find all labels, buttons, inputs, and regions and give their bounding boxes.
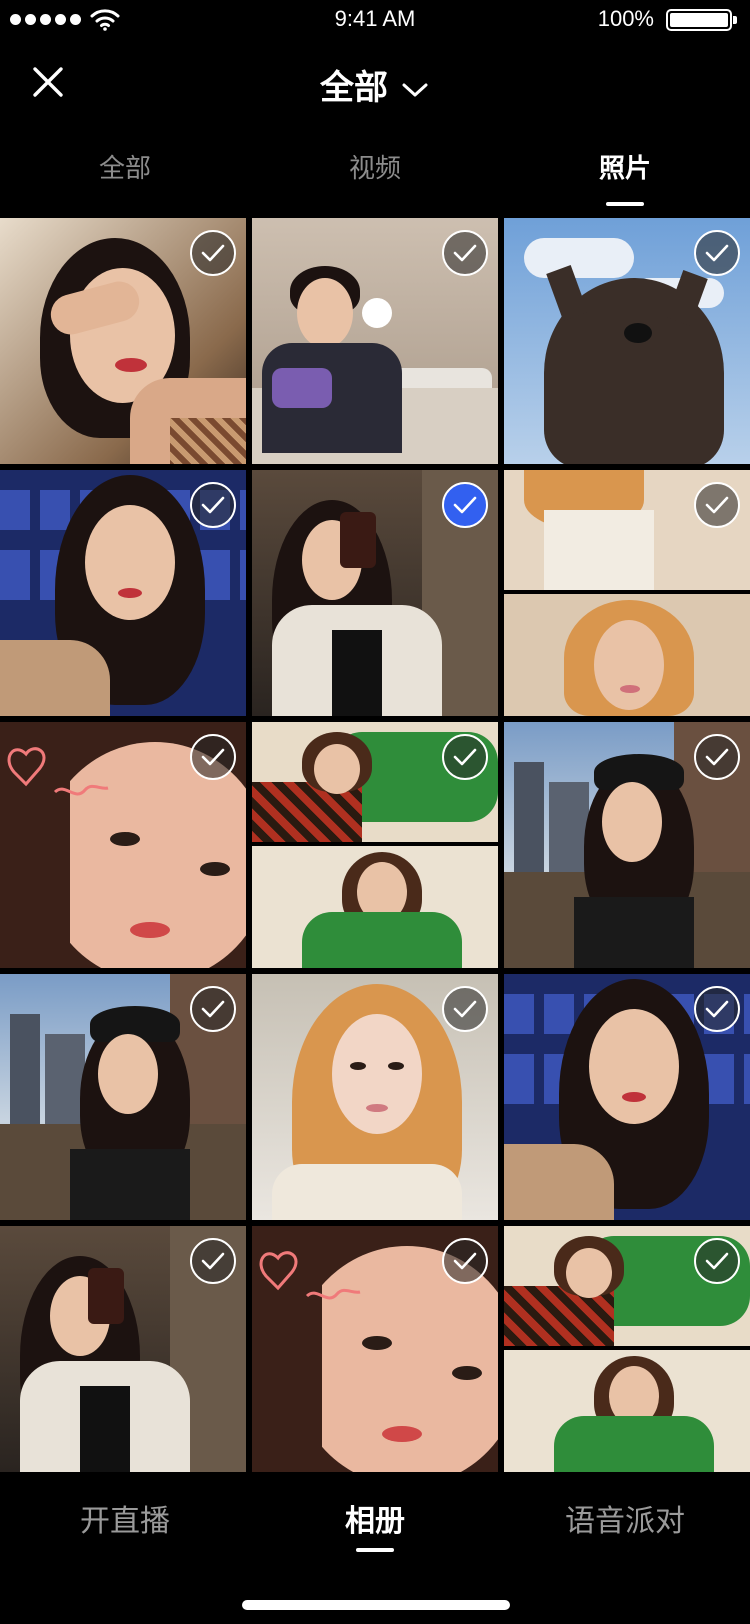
select-checkmark-icon[interactable]: [694, 734, 740, 780]
media-filter-tabs: 全部 视频 照片: [0, 148, 750, 210]
tab-photos[interactable]: 照片: [500, 148, 750, 210]
photo-thumbnail[interactable]: [252, 722, 498, 968]
photo-thumbnail[interactable]: [0, 974, 246, 1220]
tab-go-live[interactable]: 开直播: [0, 1496, 250, 1540]
bottom-bar: 开直播 相册 语音派对: [0, 1472, 750, 1624]
photo-thumbnail[interactable]: [252, 470, 498, 716]
select-checkmark-icon[interactable]: [694, 230, 740, 276]
select-checkmark-icon[interactable]: [190, 230, 236, 276]
battery-percentage: 100%: [597, 6, 654, 31]
tab-videos[interactable]: 视频: [250, 148, 500, 210]
selected-checkmark-icon[interactable]: [442, 482, 488, 528]
select-checkmark-icon[interactable]: [190, 482, 236, 528]
photo-thumbnail[interactable]: [0, 218, 246, 464]
tab-all[interactable]: 全部: [0, 148, 250, 210]
photo-thumbnail[interactable]: [252, 218, 498, 464]
tab-voice-party[interactable]: 语音派对: [500, 1496, 750, 1540]
tab-album[interactable]: 相册: [250, 1496, 500, 1552]
album-selector[interactable]: 全部: [0, 60, 750, 109]
photo-thumbnail[interactable]: [0, 722, 246, 968]
select-checkmark-icon[interactable]: [442, 230, 488, 276]
select-checkmark-icon[interactable]: [190, 986, 236, 1032]
photo-thumbnail[interactable]: [252, 974, 498, 1220]
chevron-down-icon: [402, 83, 428, 96]
select-checkmark-icon[interactable]: [190, 1238, 236, 1284]
photo-thumbnail[interactable]: [504, 1226, 750, 1472]
battery-icon: [666, 9, 737, 31]
photo-thumbnail[interactable]: [504, 218, 750, 464]
photo-thumbnail[interactable]: [504, 722, 750, 968]
select-checkmark-icon[interactable]: [694, 986, 740, 1032]
select-checkmark-icon[interactable]: [442, 1238, 488, 1284]
select-checkmark-icon[interactable]: [442, 734, 488, 780]
photo-thumbnail[interactable]: [504, 974, 750, 1220]
photo-thumbnail[interactable]: [504, 470, 750, 716]
album-title: 全部: [320, 68, 388, 108]
photo-thumbnail[interactable]: [0, 1226, 246, 1472]
select-checkmark-icon[interactable]: [190, 734, 236, 780]
photo-grid: [0, 218, 750, 1472]
select-checkmark-icon[interactable]: [694, 1238, 740, 1284]
status-bar: 9:41 AM 100%: [0, 0, 750, 40]
select-checkmark-icon[interactable]: [442, 986, 488, 1032]
select-checkmark-icon[interactable]: [694, 482, 740, 528]
home-indicator: [242, 1600, 510, 1610]
photo-thumbnail[interactable]: [252, 1226, 498, 1472]
photo-thumbnail[interactable]: [0, 470, 246, 716]
